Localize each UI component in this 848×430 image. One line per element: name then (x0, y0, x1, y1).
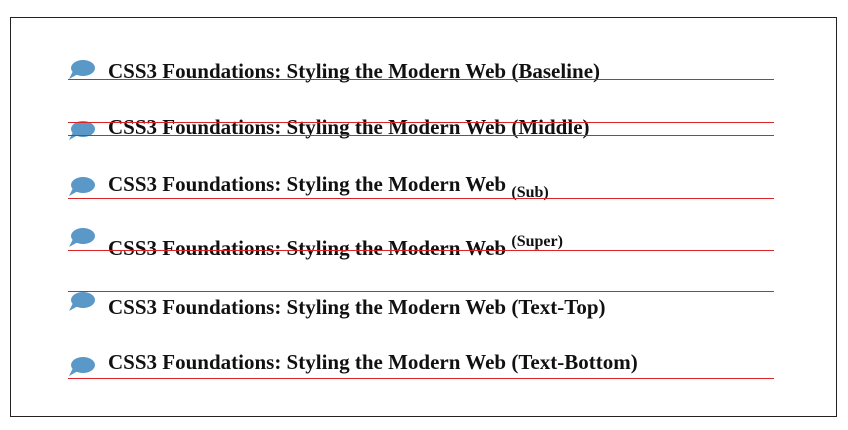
row-base-text: CSS3 Foundations: Styling the Modern Web (108, 295, 507, 319)
super-rule (68, 250, 774, 252)
middle-rule-top (68, 122, 774, 124)
row-suffix: (Super) (511, 233, 563, 250)
row-middle: CSS3 Foundations: Styling the Modern Web… (68, 111, 788, 151)
row-text: CSS3 Foundations: Styling the Modern Web… (108, 172, 549, 201)
row-baseline: CSS3 Foundations: Styling the Modern Web… (68, 55, 788, 95)
row-base-text: CSS3 Foundations: Styling the Modern Web (108, 350, 507, 374)
text-top-rule (68, 291, 774, 293)
row-base-text: CSS3 Foundations: Styling the Modern Web (108, 172, 507, 196)
row-sub: CSS3 Foundations: Styling the Modern Web… (68, 168, 788, 208)
speech-bubble-icon (69, 357, 95, 376)
row-text: CSS3 Foundations: Styling the Modern Web… (108, 297, 606, 318)
sub-rule (68, 198, 774, 200)
row-text: CSS3 Foundations: Styling the Modern Web… (108, 352, 638, 373)
row-text: CSS3 Foundations: Styling the Modern Web… (108, 234, 563, 260)
middle-rule-bottom (68, 135, 774, 137)
row-base-text: CSS3 Foundations: Styling the Modern Web (108, 236, 507, 260)
row-super: CSS3 Foundations: Styling the Modern Web… (68, 224, 788, 264)
row-text-top: CSS3 Foundations: Styling the Modern Web… (68, 286, 788, 326)
speech-bubble-icon (69, 228, 95, 247)
speech-bubble-icon (69, 177, 95, 196)
speech-bubble-icon (69, 60, 95, 79)
text-bottom-rule (68, 378, 774, 380)
row-suffix: (Text-Bottom) (511, 350, 638, 374)
baseline-rule (68, 79, 774, 81)
row-suffix: (Text-Top) (511, 295, 606, 319)
speech-bubble-icon (69, 292, 95, 311)
row-text-bottom: CSS3 Foundations: Styling the Modern Web… (68, 344, 788, 384)
